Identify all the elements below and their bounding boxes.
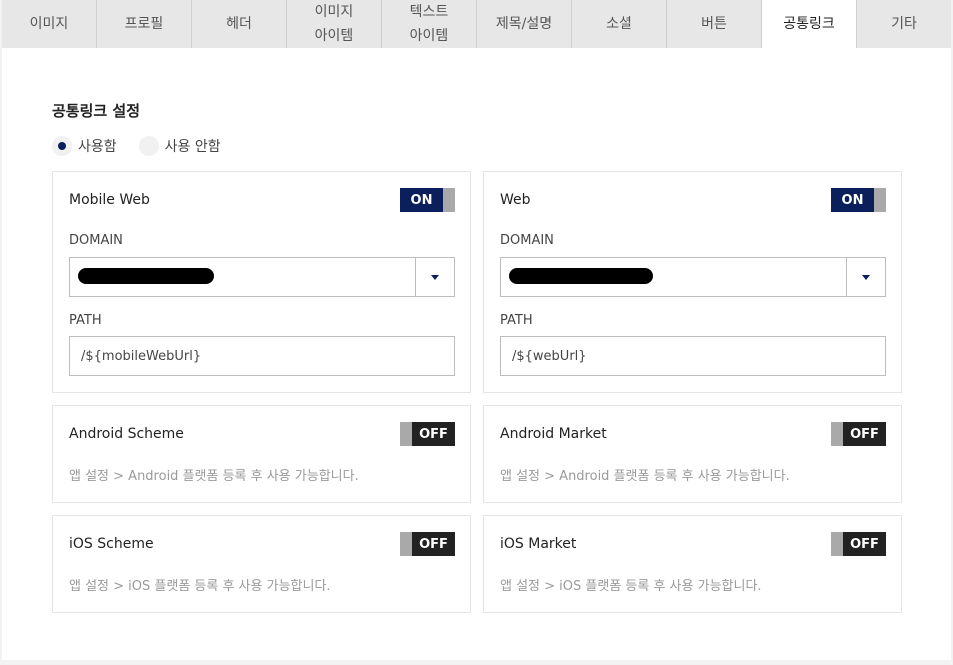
use-radio-group: 사용함 사용 안함 bbox=[52, 136, 243, 156]
toggle-label: OFF bbox=[412, 532, 455, 556]
toggle-knob bbox=[874, 188, 886, 212]
card-title: Android Market bbox=[500, 426, 607, 442]
toggle-label: OFF bbox=[843, 422, 886, 446]
domain-label: DOMAIN bbox=[69, 233, 123, 248]
caret-down-icon bbox=[862, 274, 870, 280]
tab-label: 공통링크 bbox=[783, 16, 835, 32]
card-title: Web bbox=[500, 192, 531, 208]
tab-label: 헤더 bbox=[226, 16, 252, 32]
tab-label-line2: 아이템 bbox=[409, 28, 449, 44]
caret-down-icon bbox=[431, 274, 439, 280]
tab-text-item[interactable]: 텍스트 아이템 bbox=[382, 0, 477, 48]
path-label: PATH bbox=[69, 313, 102, 328]
card-title: Mobile Web bbox=[69, 192, 150, 208]
section-title: 공통링크 설정 bbox=[52, 102, 141, 120]
tab-common-link[interactable]: 공통링크 bbox=[762, 0, 857, 48]
card-title: iOS Market bbox=[500, 536, 577, 552]
android-market-toggle[interactable]: OFF bbox=[831, 422, 886, 446]
tab-image[interactable]: 이미지 bbox=[2, 0, 97, 48]
android-market-card: Android Market OFF 앱 설정 > Android 플랫폼 등록… bbox=[483, 405, 902, 503]
tab-profile[interactable]: 프로필 bbox=[97, 0, 192, 48]
toggle-knob bbox=[443, 188, 455, 212]
mobile-web-path-input[interactable] bbox=[69, 336, 455, 376]
availability-hint: 앱 설정 > iOS 플랫폼 등록 후 사용 가능합니다. bbox=[69, 579, 331, 594]
toggle-label: OFF bbox=[412, 422, 455, 446]
web-path-input[interactable] bbox=[500, 336, 886, 376]
tab-label: 소셜 bbox=[606, 16, 632, 32]
web-toggle[interactable]: ON bbox=[831, 188, 886, 212]
tab-label: 이미지 bbox=[29, 16, 69, 32]
android-scheme-toggle[interactable]: OFF bbox=[400, 422, 455, 446]
tab-header[interactable]: 헤더 bbox=[192, 0, 287, 48]
tab-etc[interactable]: 기타 bbox=[857, 0, 951, 48]
tab-social[interactable]: 소셜 bbox=[572, 0, 667, 48]
ios-market-toggle[interactable]: OFF bbox=[831, 532, 886, 556]
availability-hint: 앱 설정 > iOS 플랫폼 등록 후 사용 가능합니다. bbox=[500, 579, 762, 594]
toggle-label: ON bbox=[400, 188, 443, 212]
mobile-web-toggle[interactable]: ON bbox=[400, 188, 455, 212]
web-card: Web ON DOMAIN PATH bbox=[483, 171, 902, 393]
web-domain-select[interactable] bbox=[500, 257, 886, 297]
redacted-domain bbox=[78, 268, 214, 284]
bottom-divider bbox=[0, 660, 953, 665]
availability-hint: 앱 설정 > Android 플랫폼 등록 후 사용 가능합니다. bbox=[500, 469, 790, 484]
toggle-knob bbox=[400, 532, 412, 556]
tab-button[interactable]: 버튼 bbox=[667, 0, 762, 48]
availability-hint: 앱 설정 > Android 플랫폼 등록 후 사용 가능합니다. bbox=[69, 469, 359, 484]
radio-use[interactable]: 사용함 bbox=[52, 136, 117, 156]
android-scheme-card: Android Scheme OFF 앱 설정 > Android 플랫폼 등록… bbox=[52, 405, 471, 503]
redacted-domain bbox=[509, 268, 653, 284]
radio-not-use-label: 사용 안함 bbox=[164, 139, 221, 155]
tab-label-line1: 텍스트 bbox=[409, 4, 449, 20]
toggle-knob bbox=[831, 532, 843, 556]
path-label: PATH bbox=[500, 313, 533, 328]
radio-not-use[interactable]: 사용 안함 bbox=[138, 136, 221, 156]
tab-label-line2: 아이템 bbox=[314, 28, 354, 44]
tab-label-line1: 이미지 bbox=[314, 4, 354, 20]
tab-title-description[interactable]: 제목/설명 bbox=[477, 0, 572, 48]
ios-scheme-toggle[interactable]: OFF bbox=[400, 532, 455, 556]
ios-scheme-card: iOS Scheme OFF 앱 설정 > iOS 플랫폼 등록 후 사용 가능… bbox=[52, 515, 471, 613]
domain-label: DOMAIN bbox=[500, 233, 554, 248]
toggle-knob bbox=[831, 422, 843, 446]
tab-image-item[interactable]: 이미지 아이템 bbox=[287, 0, 382, 48]
radio-dot-icon bbox=[52, 136, 72, 156]
card-title: iOS Scheme bbox=[69, 536, 154, 552]
tab-label: 프로필 bbox=[124, 16, 164, 32]
tab-label: 제목/설명 bbox=[495, 16, 553, 32]
tab-label: 기타 bbox=[891, 16, 917, 32]
radio-use-label: 사용함 bbox=[78, 139, 117, 155]
dropdown-button[interactable] bbox=[415, 258, 454, 296]
radio-dot-icon bbox=[138, 136, 159, 156]
tab-bar: 이미지 프로필 헤더 이미지 아이템 텍스트 아이템 제목/설명 소셜 버튼 공… bbox=[2, 0, 951, 48]
dropdown-button[interactable] bbox=[846, 258, 885, 296]
toggle-label: ON bbox=[831, 188, 874, 212]
toggle-knob bbox=[400, 422, 412, 446]
mobile-web-domain-select[interactable] bbox=[69, 257, 455, 297]
ios-market-card: iOS Market OFF 앱 설정 > iOS 플랫폼 등록 후 사용 가능… bbox=[483, 515, 902, 613]
toggle-label: OFF bbox=[843, 532, 886, 556]
mobile-web-card: Mobile Web ON DOMAIN PATH bbox=[52, 171, 471, 393]
tab-label: 버튼 bbox=[701, 16, 727, 32]
card-title: Android Scheme bbox=[69, 426, 184, 442]
